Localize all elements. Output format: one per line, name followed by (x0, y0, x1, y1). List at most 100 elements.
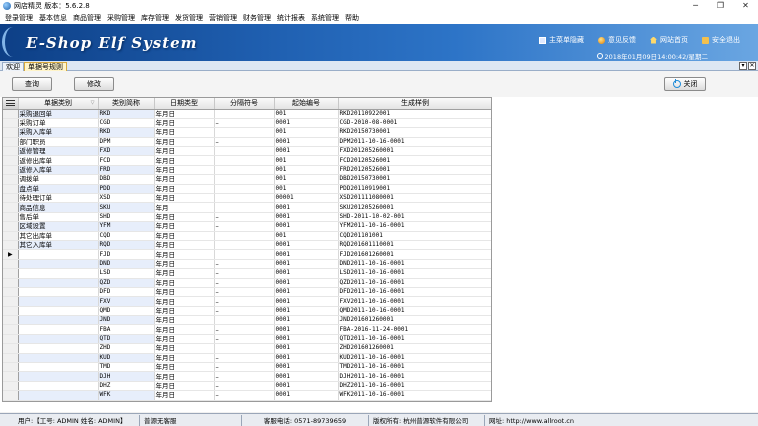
cell-date-type[interactable]: 年月日 (154, 296, 215, 307)
table-row[interactable]: FBA 年月日 –0001 FBA-2016-11-24-0001 (3, 324, 491, 335)
cell-sample[interactable]: FCD20120526001 (338, 155, 491, 166)
row-indicator[interactable] (3, 127, 19, 138)
cell-abbreviation[interactable]: PDD (98, 184, 155, 195)
cell-date-type[interactable]: 年月日 (154, 287, 215, 298)
menu-item[interactable]: 基本信息 (36, 13, 70, 23)
cell-date-type[interactable]: 年月日 (154, 118, 215, 129)
cell-sample[interactable]: WFK2011-10-16-0001 (338, 390, 491, 401)
cell-category[interactable] (18, 259, 99, 270)
cell-abbreviation[interactable]: CGD (98, 118, 155, 129)
cell-separator[interactable] (214, 165, 275, 176)
cell-category[interactable] (18, 371, 99, 382)
row-indicator[interactable]: ▶ (3, 249, 19, 260)
cell-sample[interactable]: RQD201601110001 (338, 240, 491, 251)
cell-start-number[interactable]: 0001 (274, 240, 339, 251)
cell-category[interactable]: 采购入库单 (18, 127, 99, 138)
row-indicator[interactable] (3, 343, 19, 354)
row-indicator[interactable] (3, 306, 19, 317)
tab-menu-icon[interactable]: ▾ (739, 62, 747, 70)
cell-separator[interactable]: – (214, 268, 275, 279)
cell-abbreviation[interactable]: RKD (98, 109, 155, 119)
cell-date-type[interactable]: 年月日 (154, 249, 215, 260)
row-indicator[interactable] (3, 184, 19, 195)
row-indicator[interactable] (3, 381, 19, 392)
cell-category[interactable]: 采购订单 (18, 118, 99, 129)
row-indicator[interactable] (3, 231, 19, 241)
restore-icon[interactable]: ❐ (708, 0, 733, 11)
cell-start-number[interactable]: 0001 (274, 362, 339, 373)
cell-sample[interactable]: LSD2011-10-16-0001 (338, 268, 491, 279)
cell-category[interactable] (18, 306, 99, 317)
rules-grid[interactable]: 单据类别 ▽ 类别简称 日期类型 分隔符号 起始编号 生成样例 采购退回单 RKD 年… (2, 97, 492, 402)
tab-document-number-rules[interactable]: 单据号规则 (24, 62, 67, 71)
cell-abbreviation[interactable]: DPM (98, 137, 155, 148)
cell-date-type[interactable]: 年月日 (154, 306, 215, 317)
cell-category[interactable] (18, 324, 99, 335)
cell-sample[interactable]: JND201601260001 (338, 315, 491, 326)
cell-date-type[interactable]: 年月日 (154, 146, 215, 157)
cell-date-type[interactable]: 年月日 (154, 268, 215, 279)
cell-date-type[interactable]: 年月日 (154, 231, 215, 241)
cell-separator[interactable] (214, 343, 275, 354)
cell-date-type[interactable]: 年月日 (154, 109, 215, 119)
cell-separator[interactable] (214, 193, 275, 204)
cell-date-type[interactable]: 年月日 (154, 390, 215, 401)
row-indicator[interactable] (3, 137, 19, 148)
cell-category[interactable] (18, 353, 99, 364)
cell-sample[interactable]: DJH2011-10-16-0001 (338, 371, 491, 382)
cell-date-type[interactable]: 年月日 (154, 127, 215, 138)
cell-separator[interactable]: – (214, 334, 275, 345)
cell-start-number[interactable]: 00001 (274, 193, 339, 204)
cell-sample[interactable]: RKD20110922001 (338, 109, 491, 119)
cell-category[interactable] (18, 268, 99, 279)
row-indicator[interactable] (3, 193, 19, 204)
cell-category[interactable]: 盘点单 (18, 184, 99, 195)
menu-item[interactable]: 登录管理 (2, 13, 36, 23)
cell-separator[interactable]: – (214, 353, 275, 364)
cell-category[interactable]: 调拨单 (18, 174, 99, 185)
cell-category[interactable]: 返修入库单 (18, 165, 99, 176)
cell-start-number[interactable]: 0001 (274, 249, 339, 260)
cell-category[interactable]: 售后单 (18, 212, 99, 223)
cell-separator[interactable]: – (214, 278, 275, 288)
cell-category[interactable] (18, 287, 99, 298)
table-row[interactable]: DND 年月日 –0001 DND2011-10-16-0001 (3, 259, 491, 270)
cell-abbreviation[interactable]: QZD (98, 278, 155, 288)
cell-abbreviation[interactable]: YFM (98, 221, 155, 232)
cell-category[interactable] (18, 249, 99, 260)
cell-separator[interactable] (214, 155, 275, 166)
cell-abbreviation[interactable]: FRD (98, 165, 155, 176)
cell-separator[interactable] (214, 109, 275, 119)
cell-start-number[interactable]: 0001 (274, 278, 339, 288)
row-indicator[interactable] (3, 109, 19, 119)
cell-category[interactable]: 商品信息 (18, 202, 99, 213)
menu-item[interactable]: 统计报表 (274, 13, 308, 23)
cell-separator[interactable]: – (214, 137, 275, 148)
cell-separator[interactable]: – (214, 259, 275, 270)
tab-close-icon[interactable]: ✕ (748, 62, 756, 70)
cell-date-type[interactable]: 年月日 (154, 193, 215, 204)
cell-sample[interactable]: DPM2011-10-16-0001 (338, 137, 491, 148)
row-indicator[interactable] (3, 371, 19, 382)
query-button[interactable]: 查询 (12, 77, 52, 91)
row-indicator[interactable] (3, 259, 19, 270)
cell-date-type[interactable]: 年月日 (154, 240, 215, 251)
cell-start-number[interactable]: 0001 (274, 259, 339, 270)
cell-date-type[interactable]: 年月日 (154, 155, 215, 166)
cell-abbreviation[interactable]: DJH (98, 371, 155, 382)
cell-sample[interactable]: ZHD201601260001 (338, 343, 491, 354)
cell-date-type[interactable]: 年月日 (154, 212, 215, 223)
table-row[interactable]: QZD 年月日 –0001 QZD2011-10-16-0001 (3, 278, 491, 288)
cell-start-number[interactable]: 0001 (274, 287, 339, 298)
cell-sample[interactable]: PDD20110919001 (338, 184, 491, 195)
cell-start-number[interactable]: 0001 (274, 146, 339, 157)
cell-date-type[interactable]: 年月日 (154, 353, 215, 364)
cell-abbreviation[interactable]: SHD (98, 212, 155, 223)
cell-start-number[interactable]: 0001 (274, 390, 339, 401)
cell-category[interactable]: 部门职员 (18, 137, 99, 148)
table-row[interactable]: 采购订单 CGD 年月日 –0001 CGD-2010-08-0001 (3, 118, 491, 129)
cell-date-type[interactable]: 年月日 (154, 362, 215, 373)
table-row[interactable]: KUD 年月日 –0001 KUD2011-10-16-0001 (3, 353, 491, 364)
column-header-date-type[interactable]: 日期类型 (154, 98, 215, 110)
row-indicator[interactable] (3, 362, 19, 373)
